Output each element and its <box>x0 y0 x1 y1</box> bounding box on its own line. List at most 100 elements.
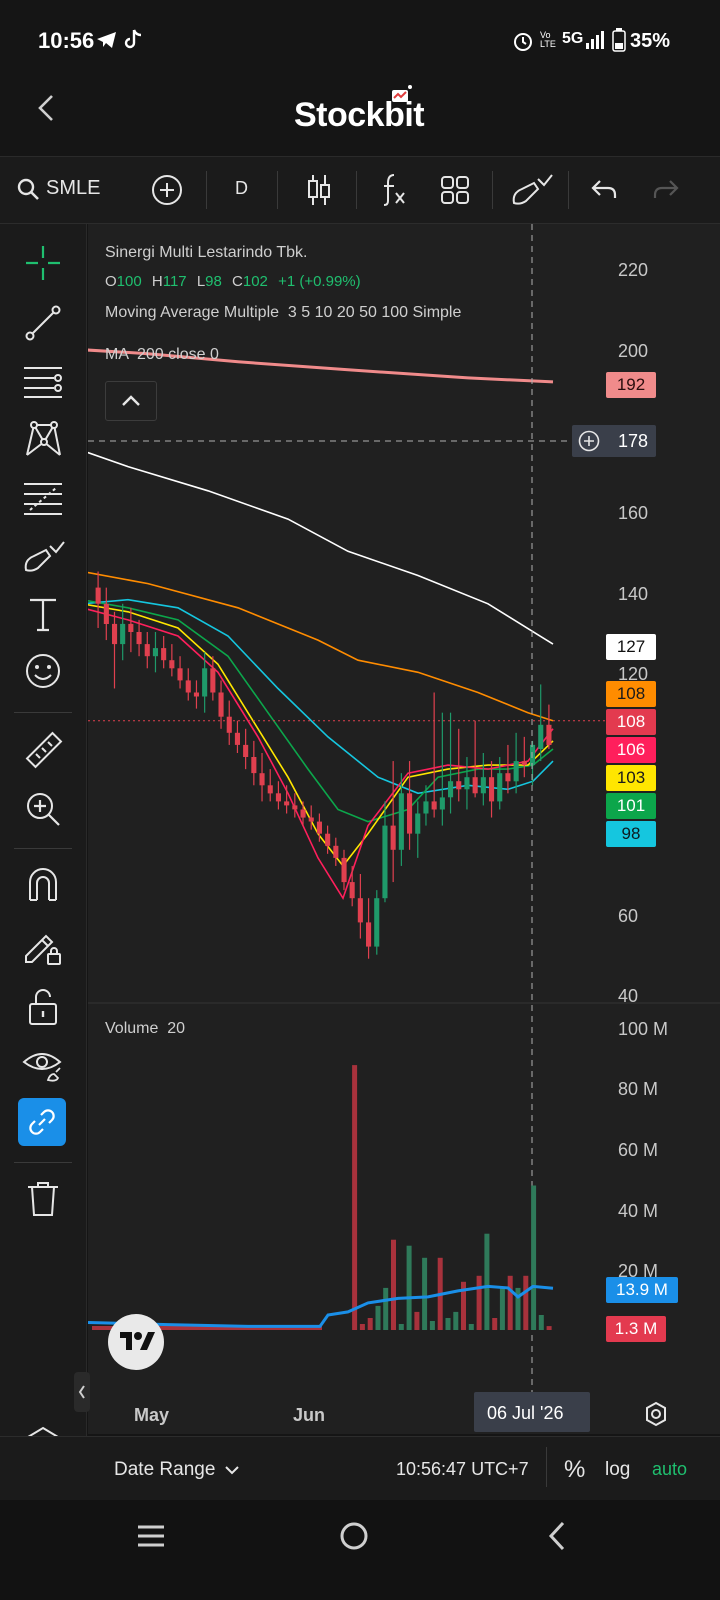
volume-tick: 80 M <box>618 1079 659 1099</box>
candle-body <box>169 660 175 669</box>
layout-grid-icon[interactable] <box>440 175 470 205</box>
symbol-search[interactable]: SMLE <box>46 177 100 200</box>
ma200-price-tag: 192 <box>606 372 656 398</box>
legend-open: 100 <box>116 273 142 290</box>
candle-body <box>415 813 421 834</box>
month-label: Jun <box>293 1405 326 1425</box>
visibility-icon[interactable] <box>22 1044 64 1084</box>
candle-body <box>456 781 462 790</box>
trendline-icon[interactable] <box>24 304 62 342</box>
volume-bar <box>484 1233 490 1330</box>
volume-bar <box>414 1311 420 1330</box>
candle-body <box>161 648 167 661</box>
price-tick: 140 <box>618 584 649 604</box>
text-tool-icon[interactable] <box>26 596 60 634</box>
candle-body <box>300 809 306 818</box>
legend-c-label: C <box>232 273 243 290</box>
candle-body <box>464 777 470 790</box>
sync-drawings-button[interactable] <box>18 1098 66 1146</box>
back-icon[interactable] <box>34 94 58 122</box>
date-range-button[interactable]: Date Range <box>114 1459 215 1481</box>
undo-icon[interactable] <box>590 177 618 201</box>
horizontal-lines-icon[interactable] <box>22 362 64 400</box>
sidebar-toggle[interactable] <box>74 1372 90 1412</box>
indicators-icon[interactable] <box>380 171 408 207</box>
candles-icon[interactable] <box>306 173 332 207</box>
ma50-price-tag: 108 <box>606 681 656 707</box>
candle-body <box>193 692 199 697</box>
volume-ma-line <box>88 1284 554 1328</box>
fib-retracement-icon[interactable] <box>22 480 64 518</box>
zoom-in-icon[interactable] <box>24 790 62 828</box>
brush-icon[interactable] <box>22 538 66 574</box>
unlock-icon[interactable] <box>26 986 60 1026</box>
volume-bar <box>352 1065 358 1330</box>
redo-icon[interactable] <box>652 177 680 201</box>
clock-timezone[interactable]: 10:56:47 UTC+7 <box>396 1459 529 1480</box>
candle-body <box>210 668 216 693</box>
chevron-down-icon[interactable] <box>224 1464 240 1476</box>
system-back-icon[interactable] <box>546 1520 568 1552</box>
candle-body <box>480 777 486 794</box>
telegram-icon <box>97 32 116 48</box>
crosshair-price-value: 178 <box>618 431 649 451</box>
legend-o-label: O <box>105 273 117 290</box>
candle-body <box>267 785 273 794</box>
crosshair-price-label[interactable]: 178 <box>572 425 656 457</box>
candle-body <box>95 587 101 604</box>
interval-button[interactable]: D <box>235 178 248 199</box>
search-icon[interactable] <box>16 177 40 201</box>
auto-scale-button[interactable]: auto <box>652 1459 687 1480</box>
signal-icon <box>586 31 604 49</box>
pattern-icon[interactable] <box>22 420 64 460</box>
percent-scale-button[interactable]: % <box>564 1456 585 1484</box>
candle-body <box>152 648 158 657</box>
crosshair-date-label: 06 Jul '26 <box>474 1392 590 1432</box>
volume-bar <box>453 1311 459 1330</box>
candle-body <box>546 724 552 745</box>
drawing-brush-icon[interactable] <box>510 171 554 207</box>
candle-body <box>407 793 413 834</box>
candle-body <box>423 801 429 814</box>
network-label: 5G <box>562 30 584 47</box>
legend-low: 98 <box>205 273 222 290</box>
settings-icon[interactable] <box>643 1401 669 1427</box>
price-tick: 220 <box>618 260 649 280</box>
lock-drawing-icon[interactable] <box>22 926 64 968</box>
recent-apps-icon[interactable] <box>136 1523 166 1549</box>
magnet-icon[interactable] <box>24 866 62 904</box>
collapse-legend-button[interactable] <box>105 381 157 421</box>
crosshair-icon[interactable] <box>24 244 62 282</box>
add-symbol-icon[interactable] <box>151 174 183 206</box>
chevron-left-small-icon <box>78 1385 85 1399</box>
candle-body <box>308 817 314 822</box>
chart-area[interactable]: Sinergi Multi Lestarindo Tbk. O100 H117 … <box>88 224 720 1434</box>
last-price-tag: 108 <box>606 709 656 735</box>
candle-body <box>243 744 249 757</box>
legend-ma-multiple[interactable]: Moving Average Multiple 3 5 10 20 50 100… <box>105 304 461 322</box>
volume-bar <box>546 1326 552 1330</box>
candle-body <box>316 821 322 834</box>
volume-legend[interactable]: Volume 20 <box>105 1020 185 1038</box>
home-icon[interactable] <box>338 1520 370 1552</box>
volume-bar <box>375 1305 381 1330</box>
emoji-icon[interactable] <box>24 652 62 690</box>
log-scale-button[interactable]: log <box>605 1459 630 1481</box>
legend-close: 102 <box>242 273 268 290</box>
tradingview-logo[interactable] <box>108 1314 164 1370</box>
month-label: May <box>134 1405 170 1425</box>
drawing-sidebar <box>0 224 87 1500</box>
add-alert-icon[interactable] <box>578 430 600 452</box>
volume-bar <box>422 1257 428 1330</box>
volume-bar <box>445 1318 451 1330</box>
candle-body <box>521 761 527 766</box>
trash-icon[interactable] <box>26 1180 60 1218</box>
volume-bar <box>507 1275 513 1330</box>
volume-bar <box>499 1287 505 1330</box>
candle-body <box>439 797 445 810</box>
ma3-price-tag: 106 <box>606 737 656 763</box>
ruler-icon[interactable] <box>22 730 64 772</box>
legend-ma-200[interactable]: MA 200 close 0 <box>105 346 219 364</box>
ma10-price-tag: 101 <box>606 793 656 819</box>
candle-body <box>497 773 503 802</box>
